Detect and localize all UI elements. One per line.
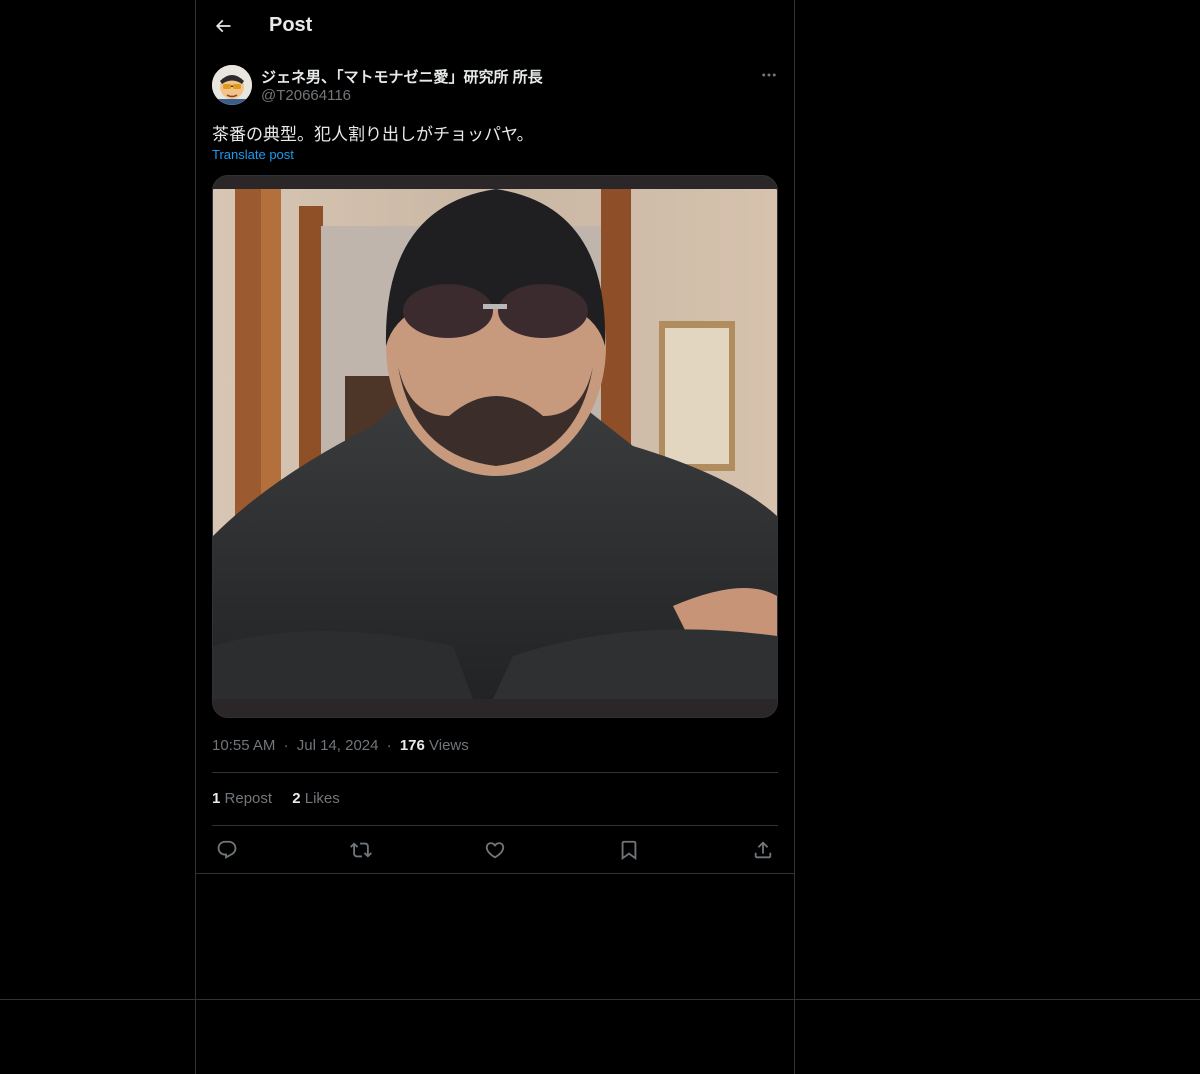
author-display-name[interactable]: ジェネ男、「マトモナゼニ愛」研究所 所長 [261,66,543,87]
avatar[interactable] [212,65,252,105]
translate-post-link[interactable]: Translate post [212,147,294,162]
views-count: 176 [399,737,425,754]
page-header: Post [196,0,794,53]
avatar-cartoon-icon [212,65,252,105]
back-button[interactable] [208,11,238,41]
post-time[interactable]: 10:55 AM [212,737,275,754]
repost-icon [350,842,372,858]
likes-count: 2 [292,790,301,807]
post-text: 茶番の典型。犯人割り出しがチョッパヤ。 [212,125,534,144]
divider [212,825,778,826]
heart-icon [485,842,505,859]
like-button[interactable] [480,836,510,864]
arrow-left-icon [215,19,231,33]
author-handle[interactable]: @T20664116 [261,87,351,104]
repost-button[interactable] [346,836,376,864]
reposts-stat[interactable]: 1 Repost [212,790,272,807]
media-image-icon [213,176,777,717]
meta-dot: · [283,737,289,754]
post-date[interactable]: Jul 14, 2024 [297,737,379,754]
page-title: Post [269,14,313,36]
divider [212,772,778,773]
post-stats: 1 Repost 2 Likes [212,790,356,807]
bottom-divider [0,999,1200,1000]
reply-icon [217,840,237,859]
action-bar [212,836,778,864]
more-horizontal-icon [762,73,776,77]
share-icon [754,841,772,859]
likes-stat[interactable]: 2 Likes [292,790,340,807]
main-column: Post ジェネ男、「マトモナゼニ愛」研究所 所長 @T20664116 茶番の… [195,0,795,1074]
post-meta: 10:55 AM · Jul 14, 2024 · 176 Views [212,737,469,754]
reply-button[interactable] [212,836,242,864]
post-media[interactable] [212,175,778,718]
views-label: Views [429,737,469,754]
share-button[interactable] [748,836,778,864]
bookmark-icon [621,840,637,861]
likes-label: Likes [304,790,340,807]
meta-dot: · [386,737,392,754]
post-bottom-divider [196,873,794,874]
more-options-button[interactable] [754,64,784,86]
reposts-count: 1 [212,790,221,807]
reposts-label: Repost [224,790,273,807]
bookmark-button[interactable] [614,836,644,864]
